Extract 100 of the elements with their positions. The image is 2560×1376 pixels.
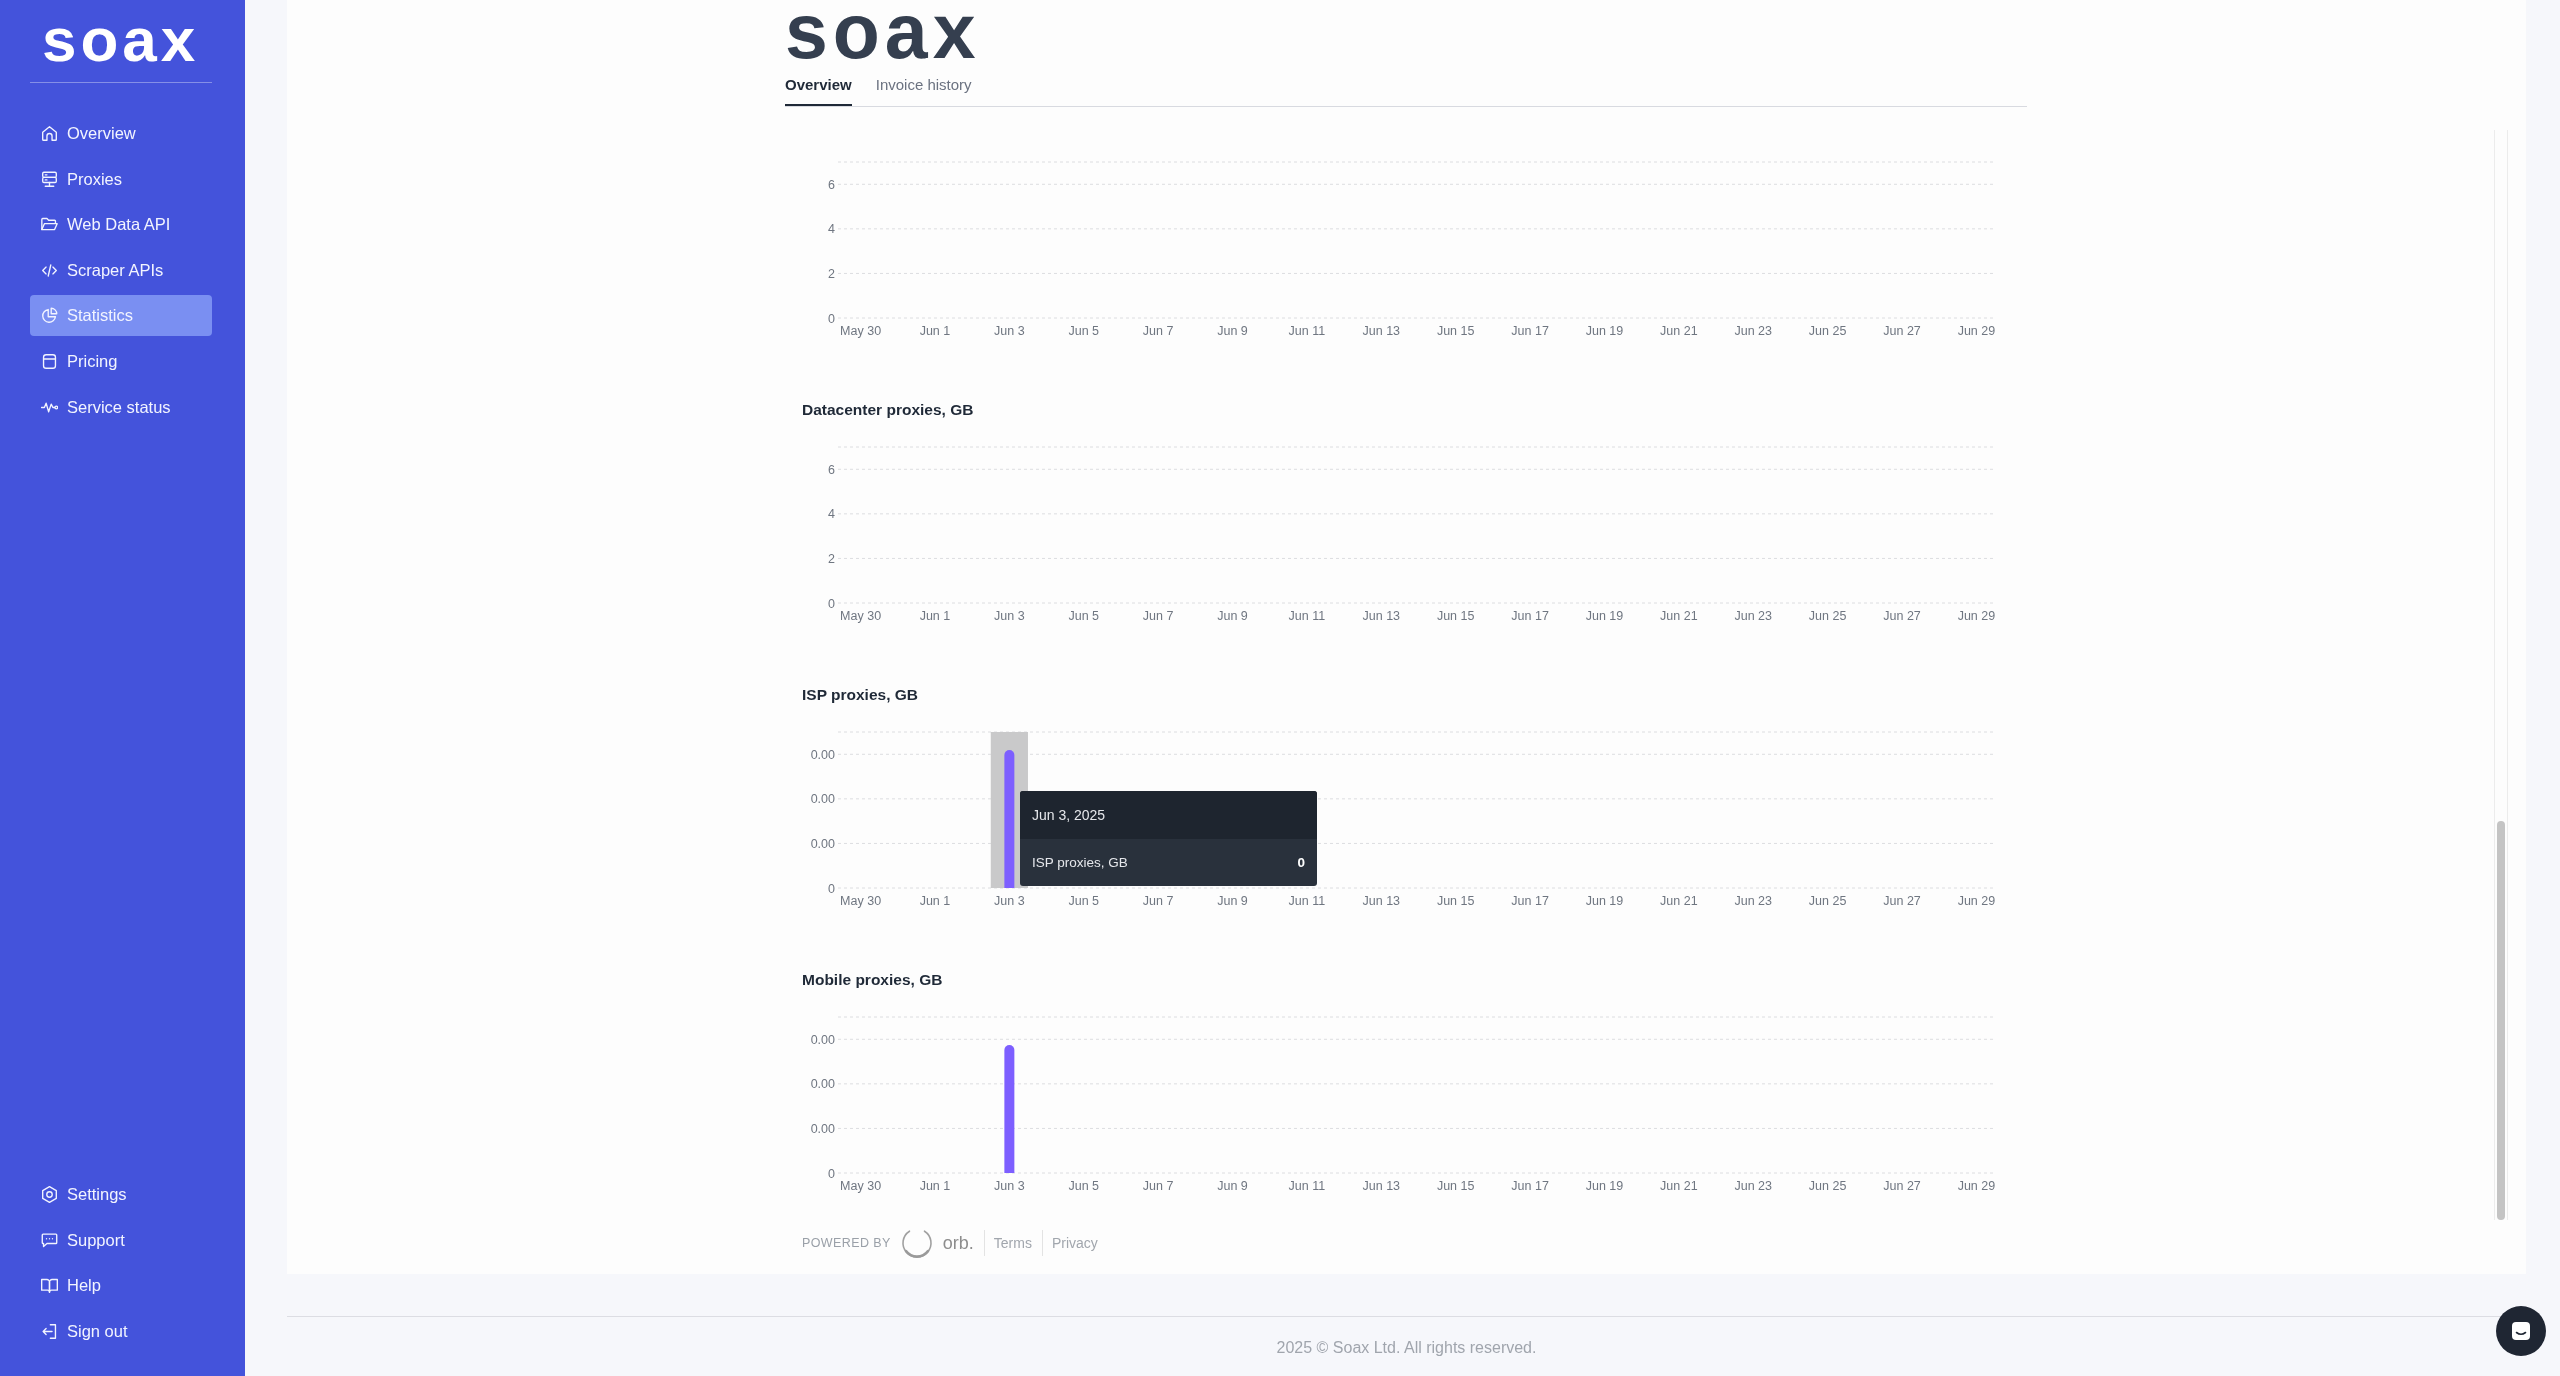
chart-title: Mobile proxies, GB bbox=[801, 970, 943, 990]
y-axis-label: 6 bbox=[828, 462, 835, 477]
x-axis-label: Jun 11 bbox=[1288, 894, 1326, 908]
x-axis-label: Jun 17 bbox=[1511, 1179, 1549, 1193]
x-axis-label: Jun 7 bbox=[1142, 324, 1174, 338]
x-axis-label: Jun 3 bbox=[994, 609, 1025, 623]
logo: soax bbox=[785, 2, 981, 60]
y-axis-label: 0 bbox=[828, 1166, 835, 1181]
x-axis-label: Jun 29 bbox=[1957, 609, 1996, 623]
y-axis-label: 6 bbox=[828, 177, 835, 192]
x-axis-label: Jun 9 bbox=[1217, 894, 1248, 908]
x-axis-label: Jun 3 bbox=[994, 324, 1025, 338]
x-axis-label: Jun 19 bbox=[1585, 894, 1624, 908]
x-axis-label: Jun 9 bbox=[1217, 1179, 1248, 1193]
y-axis-label: 0.00 bbox=[810, 1032, 835, 1047]
chart-title: Datacenter proxies, GB bbox=[801, 400, 974, 420]
tab[interactable]: Overview bbox=[785, 60, 852, 106]
x-axis-label: Jun 27 bbox=[1883, 894, 1921, 908]
sign-out-icon bbox=[41, 1323, 58, 1340]
x-axis-label: Jun 15 bbox=[1436, 324, 1475, 338]
y-axis-label: 0.00 bbox=[810, 1077, 835, 1092]
x-axis-label: Jun 9 bbox=[1217, 324, 1248, 338]
x-axis-label: Jun 13 bbox=[1362, 324, 1401, 338]
x-axis-label: Jun 1 bbox=[919, 609, 951, 623]
x-axis-label: Jun 29 bbox=[1957, 894, 1996, 908]
x-axis-label: Jun 19 bbox=[1585, 324, 1624, 338]
sidebar-item[interactable]: Support bbox=[30, 1219, 212, 1261]
x-axis-label: Jun 19 bbox=[1585, 609, 1624, 623]
book-icon bbox=[41, 1277, 58, 1295]
x-axis-label: May 30 bbox=[840, 609, 882, 623]
sidebar-item[interactable]: Pricing bbox=[30, 340, 212, 382]
x-axis-label: Jun 21 bbox=[1660, 894, 1698, 908]
x-axis-label: Jun 17 bbox=[1511, 609, 1549, 623]
x-axis-label: Jun 5 bbox=[1068, 324, 1100, 338]
y-axis-label: 0 bbox=[828, 881, 835, 896]
y-axis-label: 0 bbox=[828, 596, 835, 611]
x-axis-label: Jun 17 bbox=[1511, 894, 1549, 908]
logo: soax bbox=[42, 16, 200, 64]
x-axis-label: Jun 21 bbox=[1660, 609, 1698, 623]
code-icon bbox=[41, 261, 58, 279]
settings-icon bbox=[41, 1186, 58, 1204]
tab[interactable]: Invoice history bbox=[875, 60, 972, 106]
scrollbar-thumb[interactable] bbox=[2497, 821, 2505, 1220]
sidebar-item[interactable]: Service status bbox=[30, 386, 212, 428]
sidebar-item[interactable]: Web Data API bbox=[30, 204, 212, 246]
y-axis-label: 4 bbox=[828, 507, 835, 522]
sidebar-item[interactable]: Sign out bbox=[30, 1311, 212, 1352]
ring-logo-icon bbox=[900, 1227, 933, 1259]
box-icon bbox=[41, 352, 58, 370]
x-axis-label: Jun 27 bbox=[1883, 1179, 1921, 1193]
x-axis-label: Jun 29 bbox=[1957, 1179, 1996, 1193]
x-axis-label: Jun 29 bbox=[1957, 324, 1996, 338]
x-axis-label: Jun 13 bbox=[1362, 609, 1401, 623]
x-axis-label: Jun 25 bbox=[1808, 894, 1847, 908]
y-axis-label: 0.00 bbox=[810, 792, 835, 807]
sidebar-item[interactable]: Scraper APIs bbox=[30, 249, 212, 291]
x-axis-label: Jun 17 bbox=[1511, 324, 1549, 338]
y-axis-label: 0.00 bbox=[810, 747, 835, 762]
x-axis-label: Jun 23 bbox=[1734, 609, 1772, 623]
chat-icon bbox=[2511, 1321, 2531, 1341]
y-axis-label: 2 bbox=[828, 266, 835, 281]
sidebar-item[interactable]: Settings bbox=[30, 1174, 212, 1216]
sidebar-item[interactable]: Proxies bbox=[30, 158, 212, 200]
x-axis-label: Jun 5 bbox=[1068, 609, 1100, 623]
tooltip-value: 0 bbox=[1297, 855, 1305, 870]
x-axis-label: May 30 bbox=[840, 1179, 882, 1193]
y-axis-label: 0.00 bbox=[810, 836, 835, 851]
powered-by-label: POWERED BY bbox=[802, 1236, 891, 1250]
y-axis-label: 4 bbox=[828, 222, 835, 237]
x-axis-label: Jun 3 bbox=[994, 1179, 1025, 1193]
x-axis-label: Jun 7 bbox=[1142, 609, 1174, 623]
x-axis-label: Jun 13 bbox=[1362, 894, 1401, 908]
x-axis-label: Jun 27 bbox=[1883, 609, 1921, 623]
scrollbar[interactable] bbox=[2494, 130, 2508, 1220]
x-axis-label: Jun 1 bbox=[919, 1179, 951, 1193]
x-axis-label: Jun 9 bbox=[1217, 609, 1248, 623]
x-axis-label: May 30 bbox=[840, 324, 882, 338]
x-axis-label: Jun 11 bbox=[1288, 324, 1326, 338]
sidebar-item[interactable]: Overview bbox=[30, 113, 212, 154]
x-axis-label: Jun 13 bbox=[1362, 1179, 1401, 1193]
x-axis-label: Jun 15 bbox=[1436, 609, 1475, 623]
x-axis-label: Jun 11 bbox=[1288, 609, 1326, 623]
x-axis-label: Jun 15 bbox=[1436, 1179, 1475, 1193]
sidebar-item[interactable]: Help bbox=[30, 1265, 212, 1307]
home-icon bbox=[41, 125, 58, 142]
x-axis-label: Jun 21 bbox=[1660, 1179, 1698, 1193]
y-axis-label: 0.00 bbox=[810, 1121, 835, 1136]
x-axis-label: Jun 3 bbox=[994, 894, 1025, 908]
x-axis-label: Jun 7 bbox=[1142, 1179, 1174, 1193]
x-axis-label: Jun 19 bbox=[1585, 1179, 1624, 1193]
server-icon bbox=[41, 170, 58, 188]
x-axis-label: Jun 23 bbox=[1734, 324, 1772, 338]
x-axis-label: Jun 23 bbox=[1734, 894, 1772, 908]
x-axis-label: Jun 7 bbox=[1142, 894, 1174, 908]
x-axis-label: Jun 1 bbox=[919, 324, 951, 338]
x-axis-label: Jun 21 bbox=[1660, 324, 1698, 338]
y-axis-label: 2 bbox=[828, 551, 835, 566]
copyright-text: 2025 © Soax Ltd. All rights reserved. bbox=[1276, 1339, 1537, 1356]
chat-bubble-icon bbox=[41, 1231, 58, 1249]
tooltip-date: Jun 3, 2025 bbox=[1019, 791, 1317, 839]
